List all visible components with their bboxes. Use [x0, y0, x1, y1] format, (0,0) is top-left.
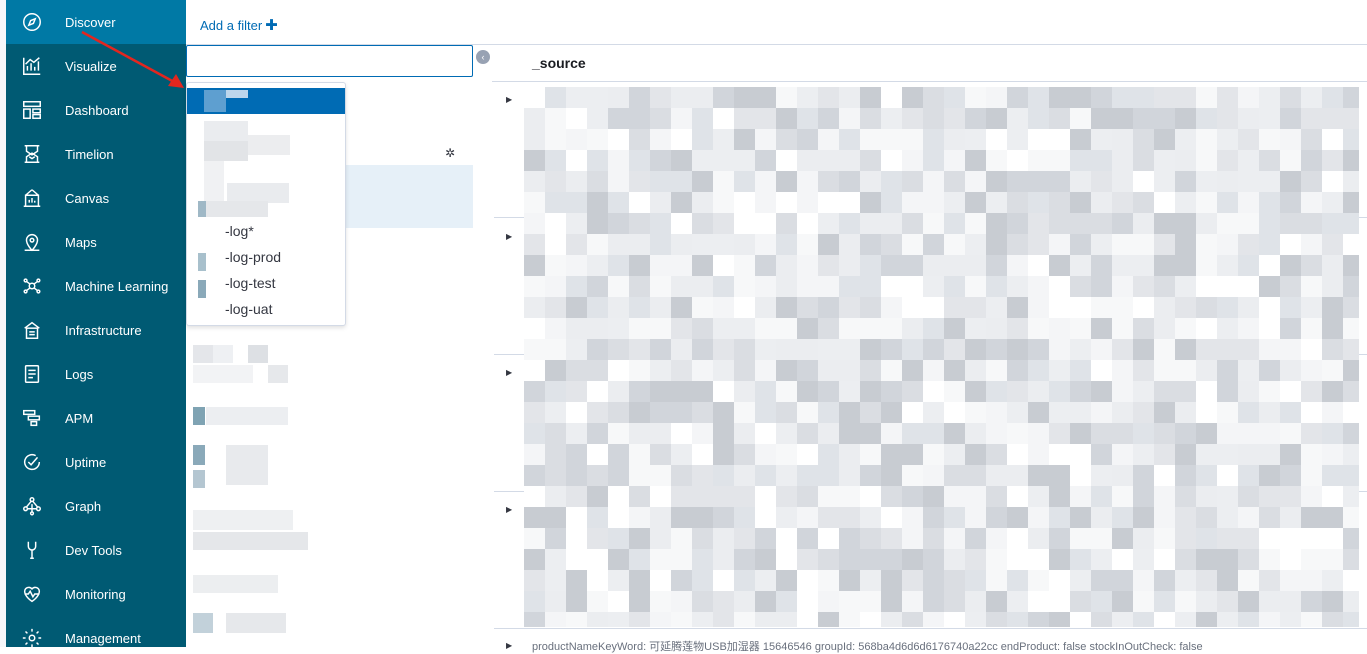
annotation-arrow-icon	[81, 30, 184, 88]
index-pattern-search-input[interactable]	[186, 45, 473, 77]
sidebar-item-canvas[interactable]: Canvas	[6, 176, 186, 220]
sidebar-item-apm[interactable]: APM	[6, 396, 186, 440]
expand-row-icon[interactable]: ▶	[506, 232, 512, 241]
add-filter-label: Add a filter	[200, 17, 263, 33]
sidebar-item-monitoring[interactable]: Monitoring	[6, 572, 186, 616]
sidebar-item-dev-tools[interactable]: Dev Tools	[6, 528, 186, 572]
sidebar-item-label: Dashboard	[65, 102, 129, 118]
sidebar-item-label: Graph	[65, 498, 102, 514]
header-divider	[492, 81, 1367, 82]
document-row-preview: productNameKeyWord: 可延腾莲物USB加湿器 15646546…	[532, 638, 1203, 654]
sidebar-item-maps[interactable]: Maps	[6, 220, 186, 264]
documents-table: _source ▶ ▶ ▶ ▶ ▶ productNameKeyWord: 可延…	[492, 45, 1367, 653]
sidebar-item-label: Infrastructure	[65, 322, 142, 338]
index-pattern-option-selected[interactable]	[187, 88, 345, 114]
expand-row-icon[interactable]: ▶	[506, 95, 512, 104]
expand-row-icon[interactable]: ▶	[506, 368, 512, 377]
graph-icon	[20, 494, 44, 518]
sidebar-item-logs[interactable]: Logs	[6, 352, 186, 396]
redacted-document-content	[524, 87, 1359, 627]
sidebar-item-label: Management	[65, 630, 141, 646]
collapse-sidebar-icon[interactable]: ‹	[476, 50, 490, 64]
expand-row-icon[interactable]: ▶	[506, 641, 512, 650]
index-pattern-option[interactable]: -log-prod	[225, 249, 281, 265]
index-pattern-option[interactable]: -log-uat	[225, 301, 272, 317]
expand-row-icon[interactable]: ▶	[506, 505, 512, 514]
filter-bar: Add a filter ✚	[186, 0, 1367, 45]
logs-icon	[20, 362, 44, 386]
sidebar-item-label: Maps	[65, 234, 97, 250]
machine-learning-icon	[20, 274, 44, 298]
sidebar-item-label: Monitoring	[65, 586, 126, 602]
sidebar-item-label: APM	[65, 410, 94, 426]
gear-icon	[20, 626, 44, 647]
sidebar-item-label: Canvas	[65, 190, 110, 206]
sidebar-item-management[interactable]: Management	[6, 616, 186, 647]
dev-tools-icon	[20, 538, 44, 562]
add-filter-button[interactable]: Add a filter ✚	[200, 16, 278, 34]
apm-icon	[20, 406, 44, 430]
sidebar-item-graph[interactable]: Graph	[6, 484, 186, 528]
index-pattern-option[interactable]: -log*	[225, 223, 254, 239]
plus-icon: ✚	[265, 17, 278, 34]
document-source-text: productNameKeyWord: 可延腾莲物USB加湿器 15646546…	[532, 641, 1203, 653]
field-settings-gear-icon[interactable]: ✲	[445, 146, 455, 160]
sidebar-item-label: Machine Learning	[65, 278, 169, 294]
source-column-header: _source	[532, 55, 586, 71]
sidebar-item-infrastructure[interactable]: Infrastructure	[6, 308, 186, 352]
sidebar-item-label: Uptime	[65, 454, 107, 470]
canvas-icon	[20, 186, 44, 210]
infrastructure-icon	[20, 318, 44, 342]
monitoring-icon	[20, 582, 44, 606]
compass-icon	[20, 10, 44, 34]
index-pattern-dropdown: -log* -log-prod -log-test -log-uat	[186, 82, 346, 326]
timelion-icon	[20, 142, 44, 166]
maps-icon	[20, 230, 44, 254]
sidebar-item-label: Logs	[65, 366, 94, 382]
row-divider	[494, 628, 1367, 629]
uptime-icon	[20, 450, 44, 474]
sidebar-item-machine-learning[interactable]: Machine Learning	[6, 264, 186, 308]
dashboard-icon	[20, 98, 44, 122]
sidebar-item-label: Dev Tools	[65, 542, 122, 558]
visualize-icon	[20, 54, 44, 78]
sidebar-item-uptime[interactable]: Uptime	[6, 440, 186, 484]
sidebar-item-timelion[interactable]: Timelion	[6, 132, 186, 176]
index-pattern-option[interactable]: -log-test	[225, 275, 276, 291]
field-sidebar: ‹ ✲ -log* -log-prod -log-test -log-uat	[186, 45, 492, 647]
sidebar-item-label: Timelion	[65, 146, 114, 162]
